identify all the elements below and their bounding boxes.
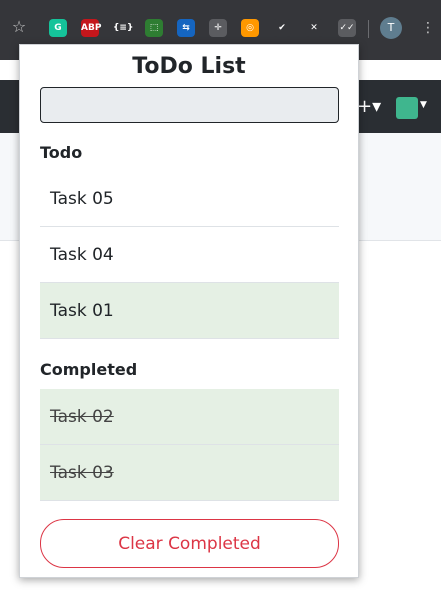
todo-extension-icon[interactable]: ✓✓ (338, 19, 356, 37)
sync-icon[interactable]: ⇆ (177, 19, 195, 37)
completed-list: Task 02 Task 03 (40, 389, 339, 501)
todo-item[interactable]: Task 05 (40, 171, 339, 227)
bookmark-star-icon[interactable]: ☆ (10, 18, 28, 36)
new-task-input[interactable] (40, 87, 339, 123)
user-avatar[interactable] (396, 97, 418, 119)
completed-item[interactable]: Task 02 (40, 389, 339, 445)
todo-section-label: Todo (40, 143, 83, 162)
todo-list: Task 05 Task 04 Task 01 (40, 171, 339, 339)
color-picker-icon[interactable]: ◎ (241, 19, 259, 37)
x-extension-icon[interactable]: ✕ (305, 19, 323, 37)
todo-popup: ToDo List Todo Task 05 Task 04 Task 01 Com… (19, 44, 359, 578)
plus-dropdown-icon[interactable]: +▾ (357, 97, 381, 117)
screenshot-icon[interactable]: ⬚ (145, 19, 163, 37)
adblock-plus-icon[interactable]: ABP (81, 19, 101, 37)
clear-completed-button[interactable]: Clear Completed (40, 519, 339, 568)
todo-item[interactable]: Task 04 (40, 227, 339, 283)
completed-section-label: Completed (40, 360, 138, 379)
grammarly-icon[interactable]: G (49, 19, 67, 37)
checkmark-icon[interactable]: ✔ (273, 19, 291, 37)
json-formatter-icon[interactable]: {≡} (113, 19, 133, 37)
chevron-down-icon[interactable]: ▼ (420, 100, 427, 110)
profile-avatar[interactable]: T (380, 17, 402, 39)
popup-title: ToDo List (132, 54, 246, 79)
completed-item[interactable]: Task 03 (40, 445, 339, 501)
menu-dots-icon[interactable]: ⋮ (421, 17, 435, 39)
toolbar-separator (368, 20, 369, 38)
ruler-icon[interactable]: ✛ (209, 19, 227, 37)
todo-item[interactable]: Task 01 (40, 283, 339, 339)
